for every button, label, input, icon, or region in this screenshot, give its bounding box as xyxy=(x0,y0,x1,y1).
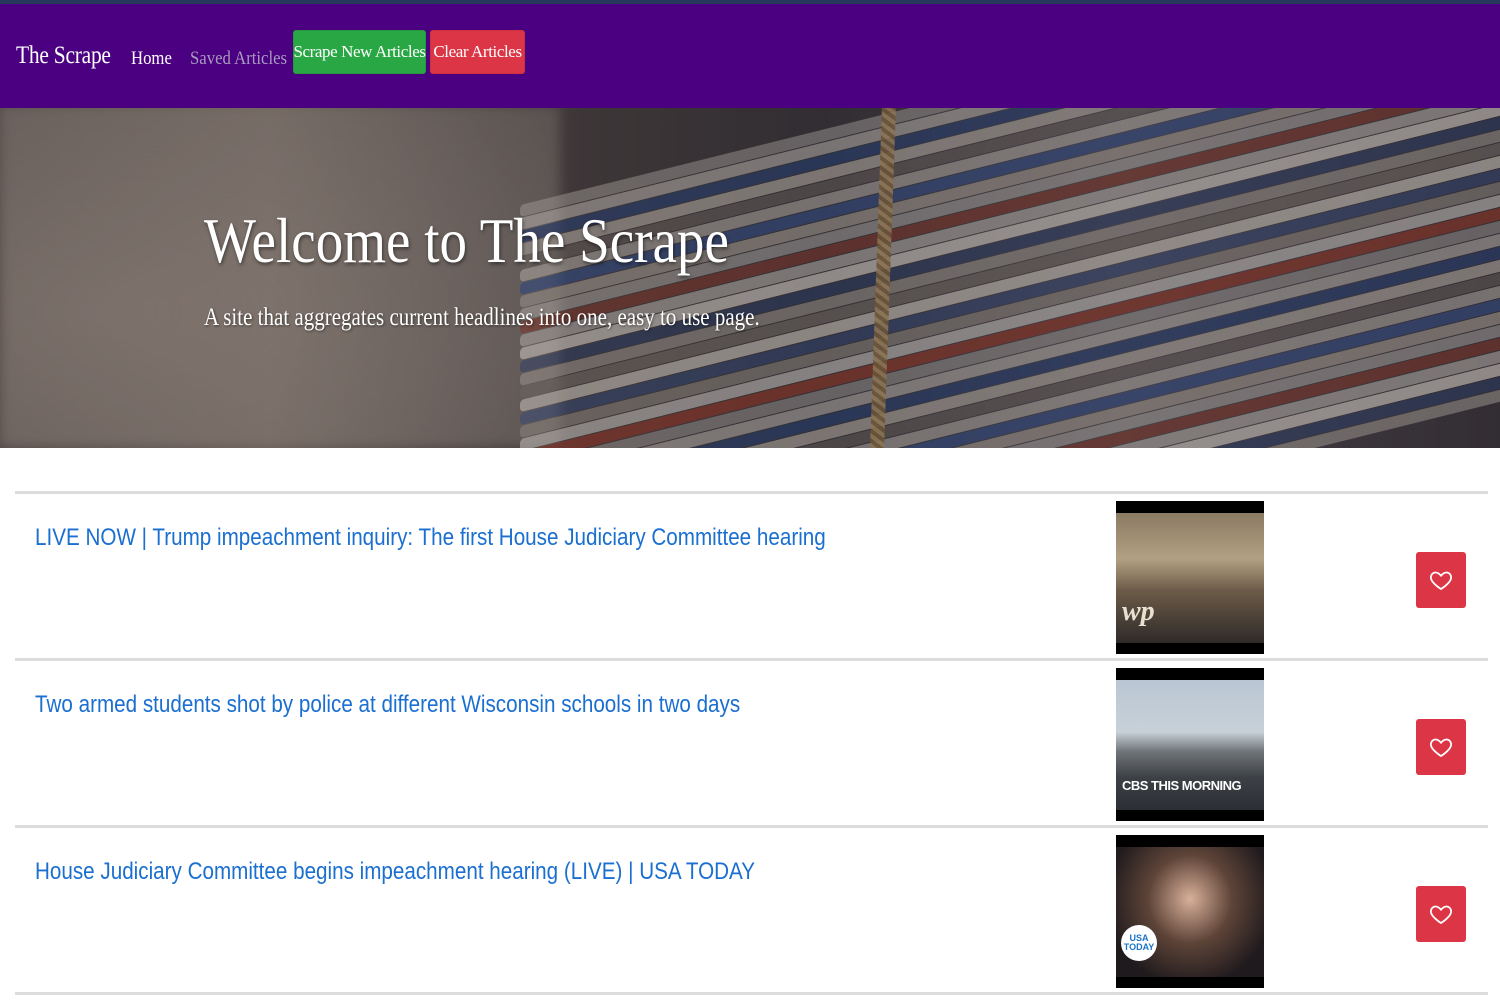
save-article-button[interactable] xyxy=(1416,552,1466,608)
hero-title: Welcome to The Scrape xyxy=(204,205,729,276)
article-thumbnail[interactable]: USA TODAY xyxy=(1116,835,1264,988)
article-title-link[interactable]: House Judiciary Committee begins impeach… xyxy=(35,858,755,886)
article-thumbnail[interactable]: CBS THIS MORNING xyxy=(1116,668,1264,821)
article-row: LIVE NOW | Trump impeachment inquiry: Th… xyxy=(15,494,1488,658)
article-list: LIVE NOW | Trump impeachment inquiry: Th… xyxy=(15,491,1488,995)
nav-home-link[interactable]: Home xyxy=(131,48,172,70)
article-divider xyxy=(15,992,1488,995)
article-row: House Judiciary Committee begins impeach… xyxy=(15,828,1488,992)
thumbnail-source-badge: USA TODAY xyxy=(1121,925,1157,961)
article-thumbnail[interactable]: wp xyxy=(1116,501,1264,654)
thumbnail-source-badge: CBS THIS MORNING xyxy=(1122,778,1242,793)
heart-outline-icon xyxy=(1430,738,1452,758)
hero-banner: Welcome to The Scrape A site that aggreg… xyxy=(0,108,1500,448)
save-article-button[interactable] xyxy=(1416,886,1466,942)
save-article-button[interactable] xyxy=(1416,719,1466,775)
heart-outline-icon xyxy=(1430,571,1452,591)
article-row: Two armed students shot by police at dif… xyxy=(15,661,1488,825)
nav-saved-articles-link[interactable]: Saved Articles xyxy=(190,48,287,70)
heart-outline-icon xyxy=(1430,905,1452,925)
clear-articles-button[interactable]: Clear Articles xyxy=(430,30,525,74)
thumbnail-source-badge: wp xyxy=(1122,596,1155,627)
scrape-new-articles-button[interactable]: Scrape New Articles xyxy=(293,30,426,74)
brand-link[interactable]: The Scrape xyxy=(16,42,111,70)
article-title-link[interactable]: Two armed students shot by police at dif… xyxy=(35,691,740,719)
navbar: The Scrape Home Saved Articles Scrape Ne… xyxy=(0,4,1500,108)
article-title-link[interactable]: LIVE NOW | Trump impeachment inquiry: Th… xyxy=(35,524,826,552)
hero-subtitle: A site that aggregates current headlines… xyxy=(204,304,760,331)
hero-overlay xyxy=(0,108,1500,448)
